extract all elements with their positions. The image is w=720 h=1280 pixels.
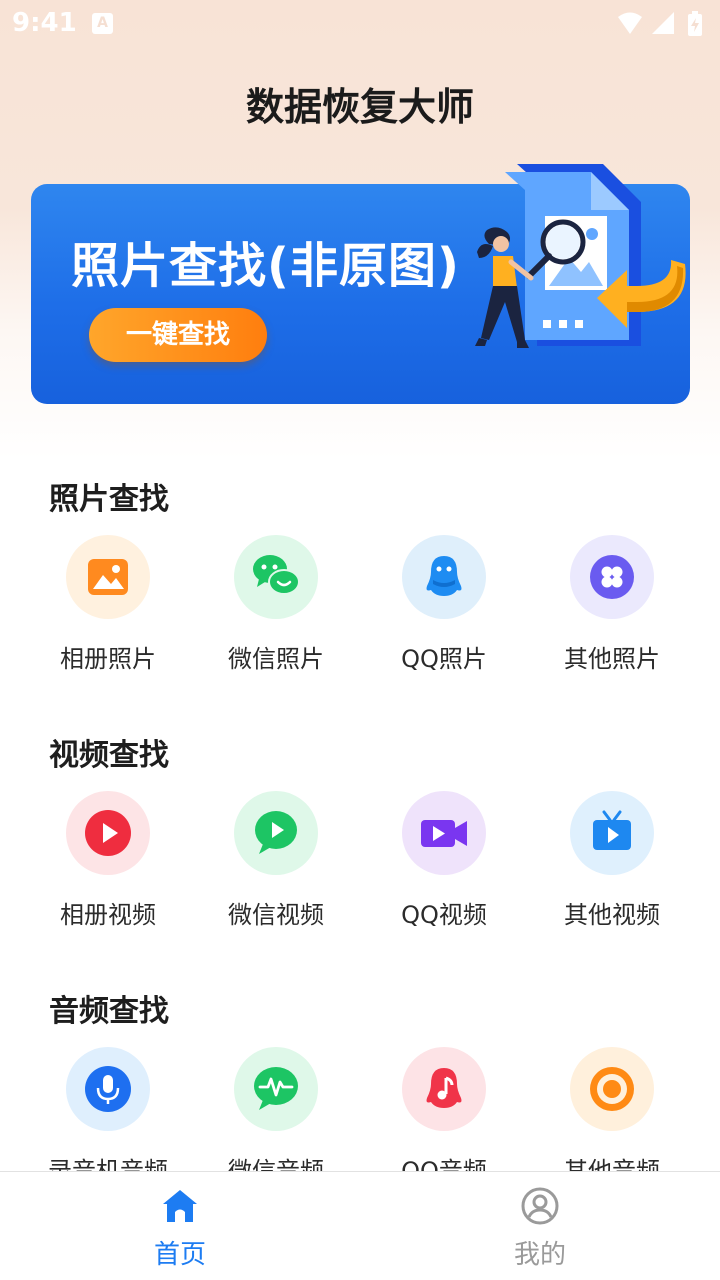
microphone-icon [66,1047,150,1131]
tab-label: 我的 [513,1240,566,1270]
chat-play-icon [234,791,318,875]
section-title-photo: 照片查找 [49,482,169,517]
item-label: 相册视频 [60,901,156,929]
record-disc-icon [570,1047,654,1131]
album-video-item[interactable]: 相册视频 [24,791,192,941]
wechat-video-item[interactable]: 微信视频 [192,791,360,941]
status-icons [616,10,708,38]
item-label: 相册照片 [60,645,156,673]
other-video-item[interactable]: 其他视频 [528,791,696,941]
item-label: 其他视频 [564,901,660,929]
chat-waveform-icon [234,1047,318,1131]
other-photo-item[interactable]: 其他照片 [528,535,696,685]
signal-icon [652,12,674,34]
wifi-icon [618,12,642,34]
album-photo-item[interactable]: 相册照片 [24,535,192,685]
qq-penguin-icon [402,535,486,619]
status-bar: 9:41 A [0,0,720,50]
qq-music-note-icon [402,1047,486,1131]
item-label: QQ视频 [401,901,487,929]
gallery-image-icon [66,535,150,619]
battery-charging-icon [688,11,702,36]
notification-icon: A [92,13,113,34]
item-label: 其他照片 [564,645,660,673]
photo-search-banner[interactable]: 照片查找(非原图) 一键查找 [31,164,690,404]
bottom-tab-bar: 首页 我的 [0,1171,720,1280]
tv-play-icon [570,791,654,875]
wechat-photo-item[interactable]: 微信照片 [192,535,360,685]
user-profile-icon [521,1187,559,1225]
home-icon [163,1190,197,1222]
one-click-search-button[interactable]: 一键查找 [89,308,267,362]
photo-search-grid: 相册照片 微信照片 QQ照片 其他照片 [24,535,696,685]
wechat-icon [234,535,318,619]
tab-home[interactable]: 首页 [0,1172,360,1280]
qq-photo-item[interactable]: QQ照片 [360,535,528,685]
section-title-audio: 音频查找 [49,994,169,1029]
section-title-video: 视频查找 [49,738,169,773]
item-label: 微信视频 [228,901,324,929]
tab-mine[interactable]: 我的 [360,1172,720,1280]
play-circle-icon [66,791,150,875]
page-title: 数据恢复大师 [245,85,474,129]
status-time: 9:41 [12,8,77,38]
tab-label: 首页 [153,1240,206,1270]
banner-title: 照片查找(非原图) [71,238,460,294]
banner-illustration [475,164,686,348]
item-label: QQ照片 [401,645,487,673]
video-camera-icon [402,791,486,875]
video-search-grid: 相册视频 微信视频 QQ视频 其他视频 [24,791,696,941]
qq-video-item[interactable]: QQ视频 [360,791,528,941]
clover-grid-icon [570,535,654,619]
item-label: 微信照片 [228,645,324,673]
